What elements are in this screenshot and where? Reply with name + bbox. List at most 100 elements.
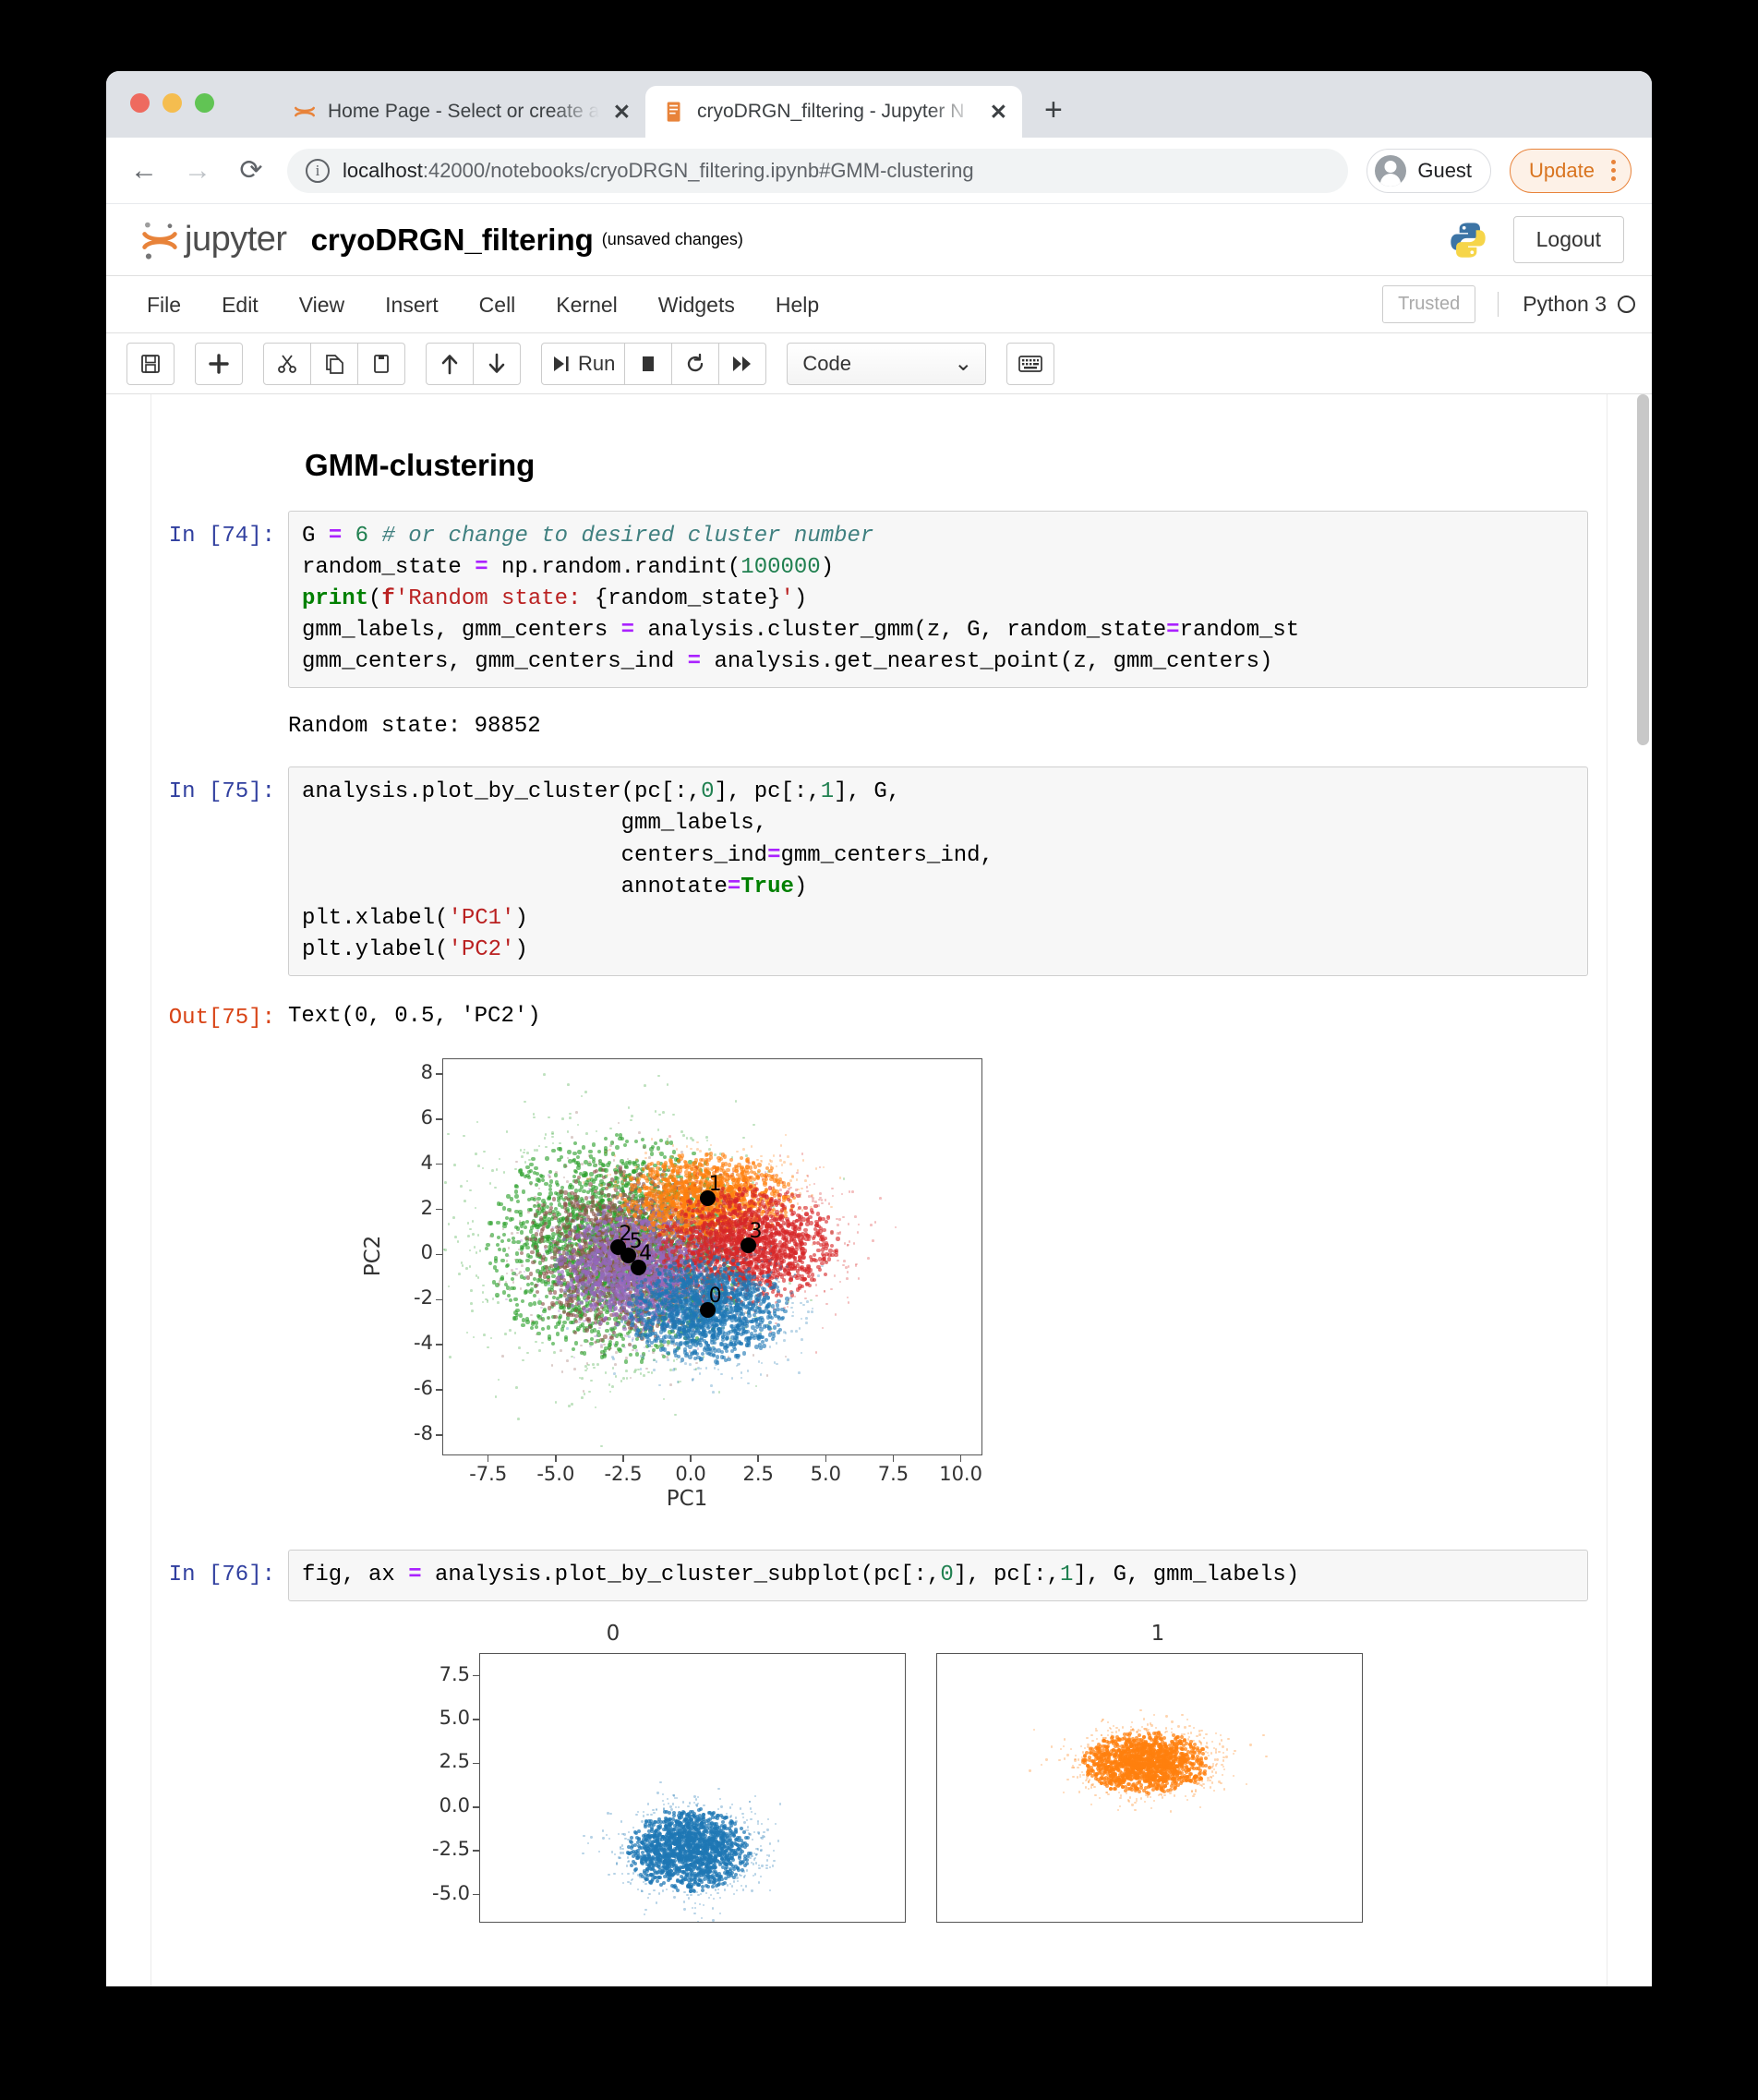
restart-icon: [688, 353, 704, 371]
trusted-badge[interactable]: Trusted: [1382, 285, 1476, 323]
subplot-0-title: 0: [606, 1621, 620, 1646]
stdout-text: Random state: 98852: [288, 714, 541, 740]
profile-button[interactable]: Guest: [1367, 148, 1492, 193]
menu-kernel[interactable]: Kernel: [536, 276, 637, 333]
y-axis-label: PC2: [361, 1235, 385, 1277]
code-editor[interactable]: fig, ax = analysis.plot_by_cluster_subpl…: [288, 1549, 1588, 1601]
plot-axes: 012345: [442, 1057, 982, 1455]
y-tick-label: -2.5: [432, 1838, 470, 1861]
y-tick-label: 5.0: [439, 1706, 470, 1729]
jupyter-spinner-icon: [295, 106, 315, 117]
x-tick-label: -7.5: [469, 1462, 508, 1485]
paste-cell-button[interactable]: [357, 342, 405, 385]
code-text: fig, ax = analysis.plot_by_cluster_subpl…: [302, 1562, 1300, 1587]
menu-help[interactable]: Help: [755, 276, 839, 333]
x-tick-mark: [622, 1454, 624, 1462]
save-icon: [141, 354, 160, 373]
run-cell-button[interactable]: Run: [541, 342, 626, 385]
logout-button[interactable]: Logout: [1512, 216, 1624, 263]
x-tick-label: 2.5: [742, 1462, 774, 1485]
code-editor[interactable]: G = 6 # or change to desired cluster num…: [288, 511, 1588, 689]
matplotlib-figure-main: 0 1 2 3 4 5 -7.5 -5.0 -2.5 0.0 2.5 5.0 7.5 10.0 -8 -6 -…: [336, 1045, 1038, 1526]
x-tick-label: -2.5: [604, 1462, 643, 1485]
y-tick-label: 2: [420, 1196, 433, 1219]
kernel-idle-icon: [1618, 296, 1635, 313]
notebook-body: GMM-clustering In [74]: G = 6 # or chang…: [106, 394, 1652, 1986]
y-tick-mark: [436, 1118, 442, 1120]
code-text: G = 6 # or change to desired cluster num…: [302, 524, 1300, 675]
browser-tab-notebook[interactable]: cryoDRGN_filtering - Jupyter N ✕: [645, 86, 1022, 138]
x-tick-mark: [487, 1454, 489, 1462]
cell-type-select[interactable]: Code ⌄: [787, 342, 987, 385]
figure-output-main: 0 1 2 3 4 5 -7.5 -5.0 -2.5 0.0 2.5 5.0 7.5 10.0 -8 -6 -…: [151, 1045, 1607, 1526]
y-tick-label: 6: [420, 1105, 433, 1128]
jupyter-header: jupyter cryoDRGN_filtering (unsaved chan…: [106, 204, 1652, 276]
insert-cell-below-button[interactable]: [195, 342, 243, 385]
reload-icon[interactable]: ⟳: [234, 156, 269, 185]
y-tick-mark: [473, 1674, 479, 1677]
y-tick-mark: [436, 1163, 442, 1165]
command-palette-button[interactable]: [1006, 342, 1055, 385]
site-info-icon[interactable]: i: [306, 158, 330, 183]
browser-tab-home[interactable]: Home Page - Select or create a ✕: [276, 86, 645, 138]
maximize-window-button[interactable]: [195, 93, 214, 113]
y-tick-mark: [473, 1762, 479, 1765]
y-tick-mark: [436, 1344, 442, 1346]
cluster-center-label: 5: [629, 1230, 643, 1254]
y-tick-label: 0.0: [439, 1793, 470, 1816]
y-tick-label: 4: [420, 1151, 433, 1174]
move-cell-down-button[interactable]: [473, 342, 521, 385]
menu-edit[interactable]: Edit: [201, 276, 279, 333]
copy-cell-button[interactable]: [310, 342, 358, 385]
menu-file[interactable]: File: [126, 276, 201, 333]
x-tick-label: 7.5: [877, 1462, 909, 1485]
menu-widgets[interactable]: Widgets: [638, 276, 755, 333]
minimize-window-button[interactable]: [163, 93, 182, 113]
y-tick-mark: [436, 1208, 442, 1211]
scrollbar-thumb[interactable]: [1637, 394, 1649, 745]
y-tick-label: -8: [414, 1421, 433, 1444]
close-tab-icon[interactable]: ✕: [990, 101, 1007, 123]
cell-prompt: In [74]:: [168, 524, 275, 549]
close-tab-icon[interactable]: ✕: [613, 101, 631, 123]
avatar: [1375, 154, 1407, 187]
update-button[interactable]: Update: [1510, 148, 1632, 193]
close-window-button[interactable]: [130, 93, 150, 113]
cell-prompt: Out[75]:: [168, 1005, 275, 1031]
new-tab-button[interactable]: +: [1044, 92, 1063, 128]
jupyter-logo-text: jupyter: [185, 220, 287, 259]
figure-output-subplots: 0 7.5 5.0 2.5 0.0 -2.5 -5.0 1: [151, 1622, 1607, 1926]
browser-menu-icon[interactable]: [1611, 160, 1616, 181]
code-cell-75: In [75]: analysis.plot_by_cluster(pc[:,0…: [151, 766, 1607, 976]
y-tick-mark: [436, 1389, 442, 1391]
y-tick-label: 2.5: [439, 1750, 470, 1773]
notebook-scrollbar[interactable]: [1633, 394, 1652, 1986]
menu-view[interactable]: View: [279, 276, 365, 333]
kernel-indicator[interactable]: Python 3: [1498, 292, 1635, 317]
menu-cell[interactable]: Cell: [459, 276, 536, 333]
address-bar[interactable]: i localhost:42000/notebooks/cryoDRGN_fil…: [287, 148, 1349, 193]
save-button[interactable]: [126, 342, 175, 385]
scissors-icon: [278, 354, 296, 373]
browser-toolbar: ← → ⟳ i localhost:42000/notebooks/cryoDR…: [106, 138, 1652, 204]
stop-kernel-button[interactable]: [624, 342, 673, 385]
run-icon: [554, 356, 569, 371]
stdout-output-row: Random state: 98852: [151, 703, 1607, 739]
browser-tab-strip: Home Page - Select or create a ✕ cryoDRG…: [106, 71, 1652, 138]
forward-icon[interactable]: →: [180, 156, 215, 185]
jupyter-logo[interactable]: jupyter: [139, 219, 287, 261]
restart-kernel-button[interactable]: [671, 342, 720, 385]
restart-and-run-all-button[interactable]: [718, 342, 767, 385]
move-cell-up-button[interactable]: [426, 342, 474, 385]
notebook-name[interactable]: cryoDRGN_filtering: [311, 223, 594, 258]
x-tick-label: -5.0: [536, 1462, 575, 1485]
menu-insert[interactable]: Insert: [365, 276, 459, 333]
fast-forward-icon: [733, 356, 752, 371]
y-tick-mark: [436, 1434, 442, 1436]
back-icon[interactable]: ←: [126, 156, 162, 185]
matplotlib-figure-subplots: 0 7.5 5.0 2.5 0.0 -2.5 -5.0 1: [318, 1622, 1555, 1926]
code-editor[interactable]: analysis.plot_by_cluster(pc[:,0], pc[:,1…: [288, 766, 1588, 976]
profile-label: Guest: [1417, 158, 1473, 182]
y-tick-mark: [436, 1253, 442, 1256]
cut-cell-button[interactable]: [263, 342, 311, 385]
